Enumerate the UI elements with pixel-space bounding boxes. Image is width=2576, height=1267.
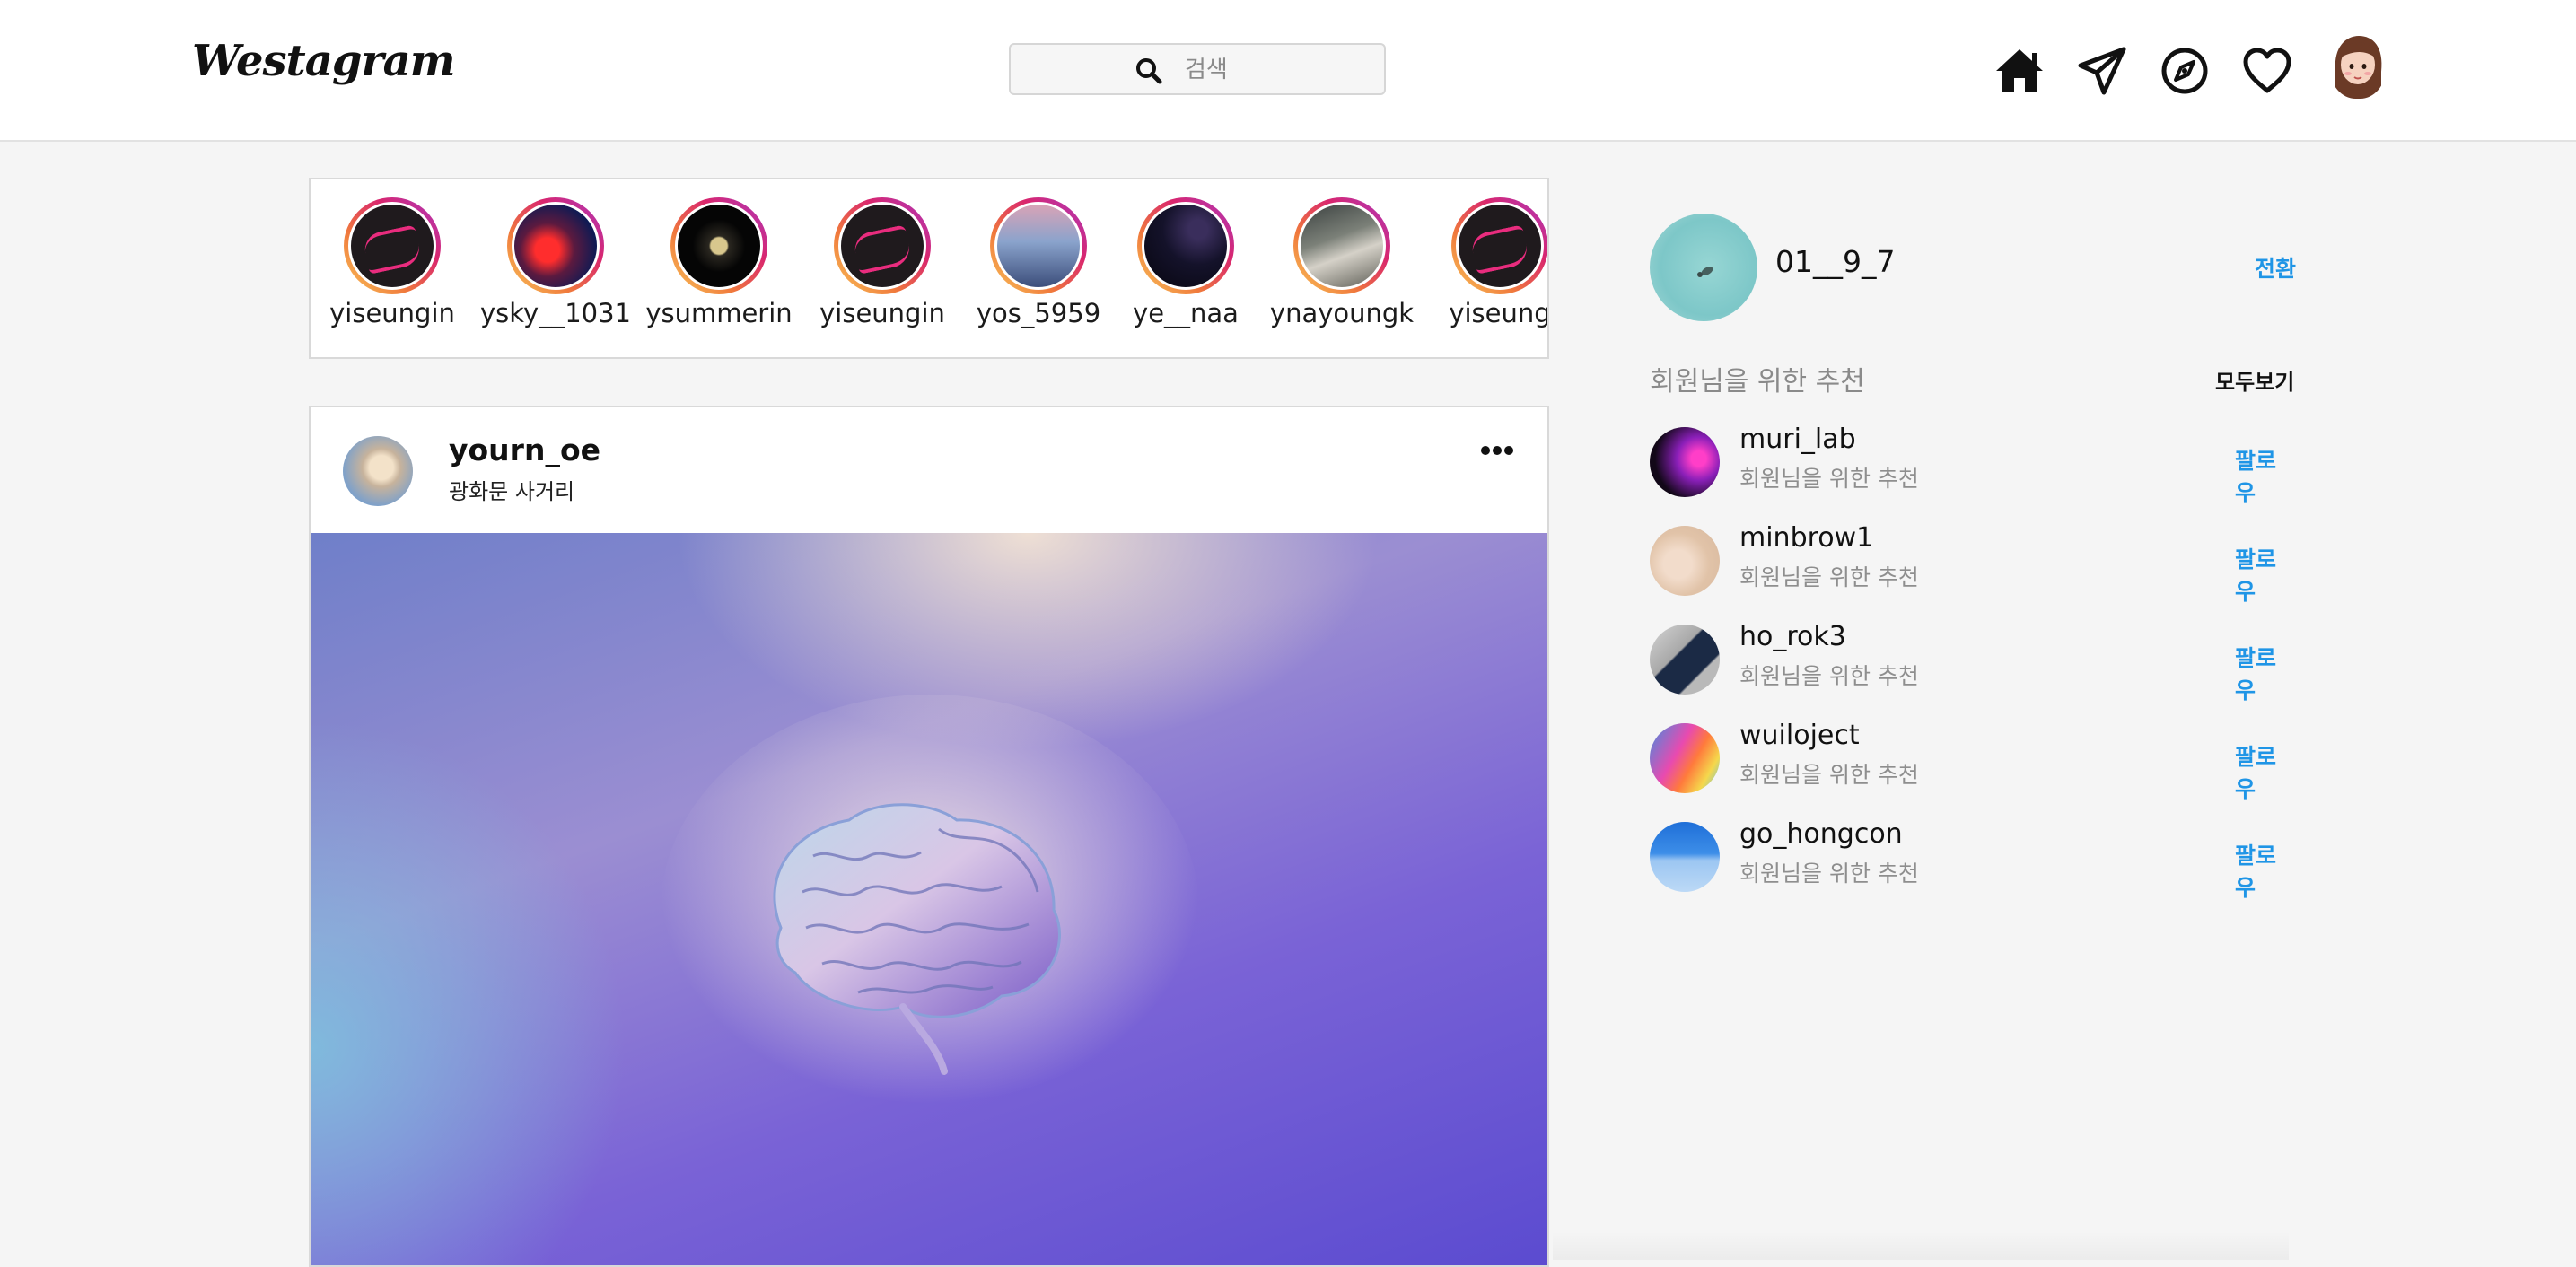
follow-button[interactable]: 팔로우	[2235, 641, 2296, 705]
suggestion-username[interactable]: wuiloject	[1739, 720, 1860, 751]
suggestion-username[interactable]: muri_lab	[1739, 424, 1856, 455]
story-thumbnail	[348, 202, 436, 290]
westagram-logo[interactable]: Westagram	[192, 36, 456, 86]
story-thumbnail	[994, 202, 1082, 290]
suggestion-avatar[interactable]	[1650, 625, 1720, 695]
suggestion-avatar[interactable]	[1650, 526, 1720, 596]
story-username: yiseungin	[329, 298, 455, 328]
brain-illustration	[661, 695, 1199, 1125]
story-thumbnail	[512, 202, 600, 290]
home-icon[interactable]	[1993, 44, 2046, 98]
story-item[interactable]: yiseung	[1418, 197, 1549, 350]
suggestion-item: go_hongcon 회원님을 위한 추천 팔로우	[1650, 818, 2296, 901]
suggestion-username[interactable]: minbrow1	[1739, 522, 1873, 554]
post-location[interactable]: 광화문 사거리	[449, 474, 574, 505]
suggestion-avatar[interactable]	[1650, 822, 1720, 892]
suggestion-item: ho_rok3 회원님을 위한 추천 팔로우	[1650, 621, 2296, 703]
post-author-username[interactable]: yourn_oe	[449, 433, 600, 467]
send-icon[interactable]	[2075, 44, 2129, 98]
story-thumbnail	[838, 202, 926, 290]
follow-button[interactable]: 팔로우	[2235, 443, 2296, 508]
story-username: yiseungin	[819, 298, 945, 328]
follow-button[interactable]: 팔로우	[2235, 542, 2296, 607]
story-thumbnail	[675, 202, 763, 290]
recommendations-heading: 회원님을 위한 추천	[1650, 366, 1865, 398]
story-item[interactable]: ysky__1031	[474, 197, 637, 350]
story-username: yos_5959	[976, 298, 1101, 328]
story-item[interactable]: ysummerin	[637, 197, 801, 350]
post-image[interactable]	[311, 533, 1547, 1265]
explore-icon[interactable]	[2158, 44, 2212, 98]
more-options-icon[interactable]	[1479, 440, 1515, 461]
footer-shadow	[1553, 1231, 2289, 1260]
suggestion-subtitle: 회원님을 위한 추천	[1739, 762, 1919, 788]
story-thumbnail	[1298, 202, 1386, 290]
story-item[interactable]: ye__naa	[1104, 197, 1267, 350]
follow-button[interactable]: 팔로우	[2235, 838, 2296, 903]
profile-avatar[interactable]	[2330, 34, 2386, 99]
my-username[interactable]: 01__9_7	[1775, 244, 1895, 279]
suggestion-subtitle: 회원님을 위한 추천	[1739, 861, 1919, 887]
heart-icon[interactable]	[2240, 44, 2294, 98]
suggestion-username[interactable]: go_hongcon	[1739, 818, 1903, 850]
story-item[interactable]: yiseungin	[311, 197, 474, 350]
story-thumbnail	[1142, 202, 1230, 290]
story-item[interactable]: yos_5959	[957, 197, 1120, 350]
suggestion-avatar[interactable]	[1650, 427, 1720, 497]
switch-account-link[interactable]: 전환	[2255, 251, 2296, 284]
story-username: ysky__1031	[480, 298, 631, 328]
feed-post: yourn_oe 광화문 사거리	[309, 406, 1549, 1267]
story-username: ynayoungk	[1269, 298, 1415, 328]
suggestion-subtitle: 회원님을 위한 추천	[1739, 564, 1919, 590]
story-username: ye__naa	[1133, 298, 1239, 328]
story-username: ysummerin	[645, 298, 793, 328]
post-author-avatar[interactable]	[343, 436, 413, 506]
follow-button[interactable]: 팔로우	[2235, 739, 2296, 804]
story-item[interactable]: yiseungin	[801, 197, 964, 350]
top-navigation-bar: Westagram	[0, 0, 2576, 142]
story-item[interactable]: ynayoungk	[1260, 197, 1424, 350]
story-thumbnail	[1456, 202, 1544, 290]
see-all-link[interactable]: 모두보기	[2215, 364, 2294, 396]
suggestion-subtitle: 회원님을 위한 추천	[1739, 663, 1919, 689]
suggestion-username[interactable]: ho_rok3	[1739, 621, 1846, 652]
suggestion-item: minbrow1 회원님을 위한 추천 팔로우	[1650, 522, 2296, 605]
suggestion-item: muri_lab 회원님을 위한 추천 팔로우	[1650, 424, 2296, 506]
search-input[interactable]	[1183, 52, 1366, 88]
stories-bar: yiseungin ysky__1031 ysummerin yiseungin…	[309, 178, 1549, 359]
search-icon	[1136, 58, 1162, 84]
search-box[interactable]	[1009, 43, 1386, 95]
story-username: yiseung	[1449, 298, 1549, 328]
suggestion-subtitle: 회원님을 위한 추천	[1739, 466, 1919, 492]
my-profile-avatar[interactable]	[1650, 214, 1757, 321]
suggestion-avatar[interactable]	[1650, 723, 1720, 793]
suggestion-item: wuiloject 회원님을 위한 추천 팔로우	[1650, 720, 2296, 802]
